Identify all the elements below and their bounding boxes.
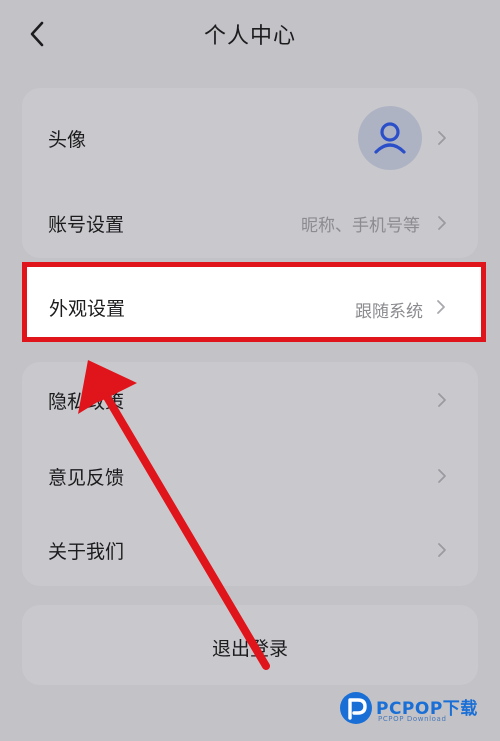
appearance-settings-row[interactable]: 外观设置 跟随系统 <box>22 262 486 342</box>
privacy-policy-label: 隐私政策 <box>48 390 125 413</box>
chevron-right-icon <box>438 216 446 230</box>
privacy-policy-row[interactable]: 隐私政策 <box>22 362 478 438</box>
settings-card: 隐私政策 意见反馈 关于我们 <box>22 362 478 586</box>
profile-card: 头像 账号设置 昵称、手机号等 <box>22 88 478 258</box>
avatar-row[interactable]: 头像 <box>22 88 478 188</box>
pcpop-logo-icon <box>340 692 372 724</box>
logout-label: 退出登录 <box>211 638 288 660</box>
about-us-label: 关于我们 <box>48 540 125 563</box>
appearance-settings-value: 跟随系统 <box>355 302 423 322</box>
top-bar: 个人中心 <box>0 0 500 72</box>
chevron-right-icon <box>438 393 446 407</box>
avatar[interactable] <box>358 106 422 170</box>
chevron-right-icon <box>438 543 446 557</box>
user-avatar-icon <box>374 122 406 154</box>
watermark: PCPOP下载 PCPOP Download <box>336 686 500 738</box>
account-settings-row[interactable]: 账号设置 昵称、手机号等 <box>22 188 478 258</box>
feedback-row[interactable]: 意见反馈 <box>22 438 478 514</box>
account-settings-label: 账号设置 <box>48 213 125 236</box>
avatar-row-label: 头像 <box>48 128 87 151</box>
about-us-row[interactable]: 关于我们 <box>22 514 478 586</box>
chevron-right-icon <box>437 300 445 314</box>
appearance-settings-label: 外观设置 <box>49 298 126 320</box>
logout-button[interactable]: 退出登录 <box>22 605 478 685</box>
chevron-right-icon <box>438 131 446 145</box>
chevron-right-icon <box>438 469 446 483</box>
feedback-label: 意见反馈 <box>48 466 125 489</box>
watermark-subtitle: PCPOP Download <box>378 715 447 723</box>
account-settings-value: 昵称、手机号等 <box>301 215 420 236</box>
page-title: 个人中心 <box>203 24 296 49</box>
